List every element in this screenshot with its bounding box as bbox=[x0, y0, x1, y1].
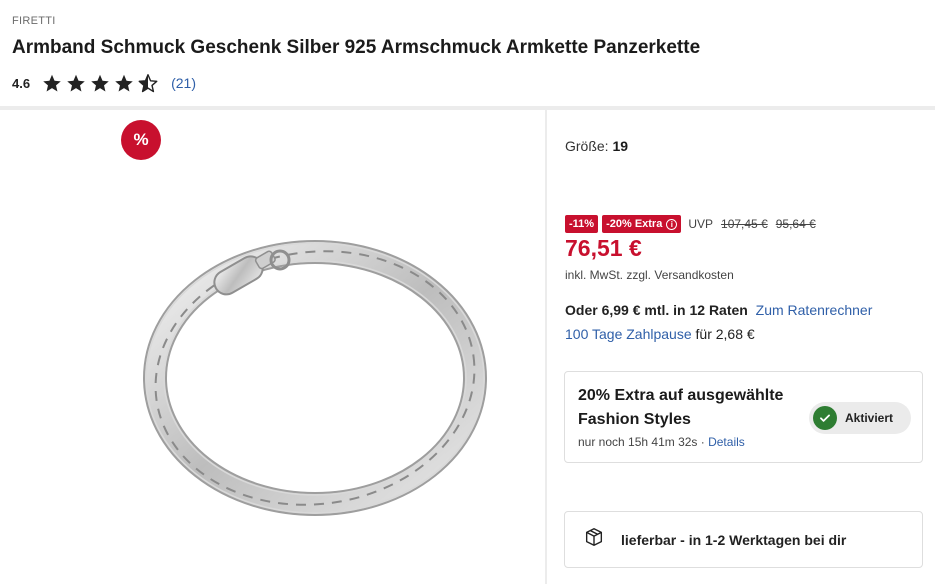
info-icon[interactable]: i bbox=[666, 218, 678, 230]
installment-calculator-link[interactable]: Zum Ratenrechner bbox=[756, 302, 873, 318]
uvp-label: UVP bbox=[688, 217, 714, 231]
product-title: Armband Schmuck Geschenk Silber 925 Arms… bbox=[12, 37, 701, 58]
promo-activate-toggle[interactable]: Aktiviert bbox=[809, 402, 911, 434]
star-full-icon bbox=[65, 73, 87, 94]
rating-stars bbox=[41, 73, 159, 94]
promo-countdown: nur noch 15h 41m 32s · bbox=[578, 435, 705, 449]
current-price: 76,51 € bbox=[565, 235, 642, 261]
tax-note: inkl. MwSt. zzgl. Versandkosten bbox=[565, 268, 734, 282]
discount-tag: -11% bbox=[565, 215, 599, 233]
promo-title: 20% Extra auf ausgewählte Fashion Styles bbox=[578, 387, 784, 428]
size-label: Größe: bbox=[565, 138, 609, 154]
size-value: 19 bbox=[612, 138, 629, 154]
price-tags: -11% -20% Extra i UVP 107,45 € 95,64 € bbox=[565, 215, 816, 233]
delivery-info: lieferbar - in 1-2 Werktagen bei dir bbox=[564, 511, 923, 568]
extra-discount-tag[interactable]: -20% Extra i bbox=[602, 215, 682, 233]
star-full-icon bbox=[41, 73, 63, 94]
old-price: 95,64 € bbox=[775, 217, 816, 231]
installment-text: Oder 6,99 € mtl. in 12 Raten bbox=[565, 302, 748, 318]
payment-pause-row: 100 Tage Zahlpause für 2,68 € bbox=[565, 326, 755, 342]
rating-count-link[interactable]: (21) bbox=[171, 75, 196, 91]
star-half-icon bbox=[137, 73, 159, 94]
toggle-label: Aktiviert bbox=[845, 411, 894, 425]
payment-pause-link[interactable]: 100 Tage Zahlpause bbox=[565, 326, 692, 342]
brand-name[interactable]: FIRETTI bbox=[12, 15, 56, 27]
extra-discount-label: -20% Extra bbox=[606, 218, 663, 230]
size-display[interactable]: Größe: 19 bbox=[565, 138, 628, 154]
promo-meta: nur noch 15h 41m 32s · Details bbox=[578, 435, 745, 449]
star-full-icon bbox=[89, 73, 111, 94]
installment-row: Oder 6,99 € mtl. in 12 Raten Zum Ratenre… bbox=[565, 302, 872, 318]
sale-badge: % bbox=[121, 120, 161, 160]
delivery-text: lieferbar - in 1-2 Werktagen bei dir bbox=[621, 531, 847, 548]
payment-pause-suffix: für 2,68 € bbox=[695, 326, 755, 342]
rating-value: 4.6 bbox=[12, 75, 31, 91]
star-full-icon bbox=[113, 73, 135, 94]
promo-details-link[interactable]: Details bbox=[708, 435, 745, 449]
rating-row[interactable]: 4.6 (21) bbox=[12, 71, 196, 95]
checkmark-icon bbox=[813, 406, 837, 430]
product-image[interactable] bbox=[140, 230, 500, 520]
package-icon bbox=[583, 526, 605, 553]
uvp-price: 107,45 € bbox=[721, 217, 768, 231]
promo-card: 20% Extra auf ausgewählte Fashion Styles… bbox=[564, 371, 923, 463]
panel-divider bbox=[545, 110, 547, 584]
